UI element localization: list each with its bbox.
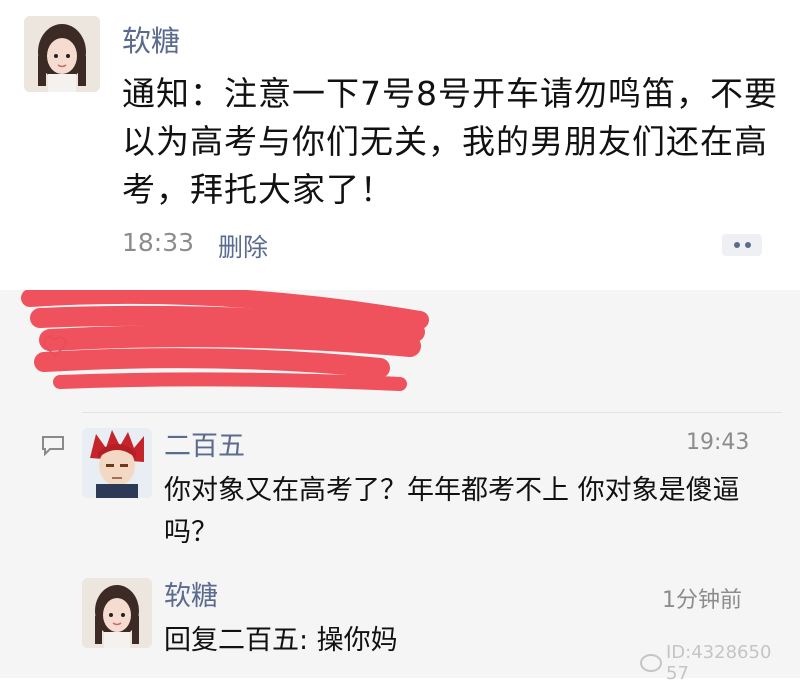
post-author-avatar[interactable] [24, 16, 100, 92]
more-actions-button[interactable] [722, 234, 762, 256]
comment-text: 你对象又在高考了？年年都考不上 你对象是傻逼吗？ [164, 475, 740, 548]
comment-bubble-icon [42, 436, 64, 456]
commenter-avatar[interactable] [82, 428, 152, 498]
commenter-avatar[interactable] [82, 578, 152, 648]
weibo-logo-icon [640, 654, 662, 672]
divider [82, 412, 782, 413]
delete-post-link[interactable]: 删除 [218, 228, 268, 264]
comment-timestamp: 1分钟前 [662, 588, 742, 613]
post-text: 通知：注意一下7号8号开车请勿鸣笛，不要以为高考与你们无关，我的男朋友们还在高考… [122, 74, 778, 209]
dot-icon [733, 242, 740, 248]
post-timestamp: 18:33 [122, 228, 195, 257]
moment-post: 软糖 通知：注意一下7号8号开车请勿鸣笛，不要以为高考与你们无关，我的男朋友们还… [0, 0, 800, 290]
comment-author-name[interactable]: 二百五 [164, 424, 245, 463]
comment-author-name[interactable]: 软糖 [164, 574, 218, 613]
comment-timestamp: 19:43 [686, 430, 750, 455]
comment-section: 二百五 19:43 你对象又在高考了？年年都考不上 你对象是傻逼吗？ 软糖 1分… [0, 290, 800, 678]
redaction-scribble [21, 290, 429, 391]
post-author-name[interactable]: 软糖 [122, 18, 180, 60]
dot-icon [744, 242, 751, 248]
